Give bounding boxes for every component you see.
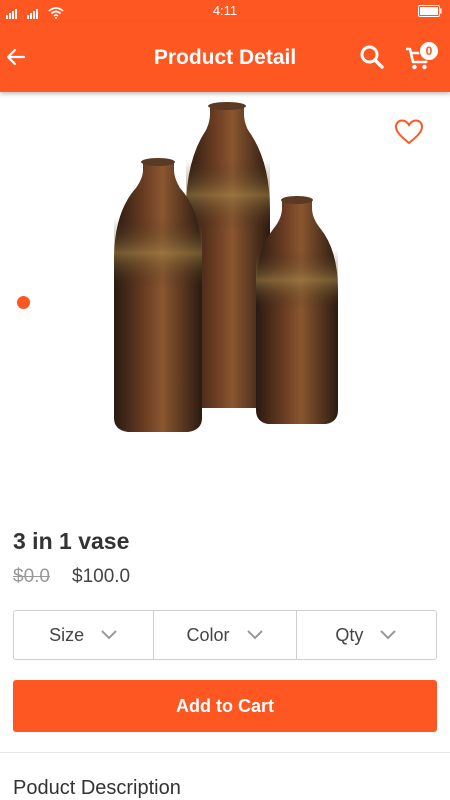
description-title: Poduct Description [13, 777, 181, 799]
status-time: 4:11 [212, 3, 238, 18]
original-price: $0.0 [13, 566, 50, 587]
chevron-down-icon [101, 630, 117, 640]
pager-dot[interactable] [17, 296, 30, 309]
app-bar: Product Detail 0 [0, 22, 450, 92]
product-price: $100.0 [72, 566, 131, 587]
color-select[interactable]: Color [153, 611, 295, 659]
heart-outline-icon[interactable] [394, 118, 424, 146]
size-select[interactable]: Size [14, 611, 153, 659]
product-name: 3 in 1 vase [13, 528, 130, 554]
search-icon[interactable] [359, 44, 385, 70]
option-selectors: Size Color Qty [13, 610, 437, 660]
product-gallery[interactable] [0, 92, 450, 490]
chevron-down-icon [380, 630, 397, 640]
size-label: Size [49, 624, 85, 645]
divider [0, 752, 450, 753]
qty-label: Qty [335, 624, 364, 645]
product-image [114, 102, 338, 432]
cart-count-badge: 0 [419, 41, 439, 61]
qty-select[interactable]: Qty [295, 611, 436, 659]
add-to-cart-button[interactable]: Add to Cart [13, 680, 437, 732]
chevron-down-icon [246, 630, 263, 640]
battery-icon [418, 5, 442, 17]
status-bar: 4:11 [0, 0, 450, 22]
color-label: Color [186, 624, 230, 645]
